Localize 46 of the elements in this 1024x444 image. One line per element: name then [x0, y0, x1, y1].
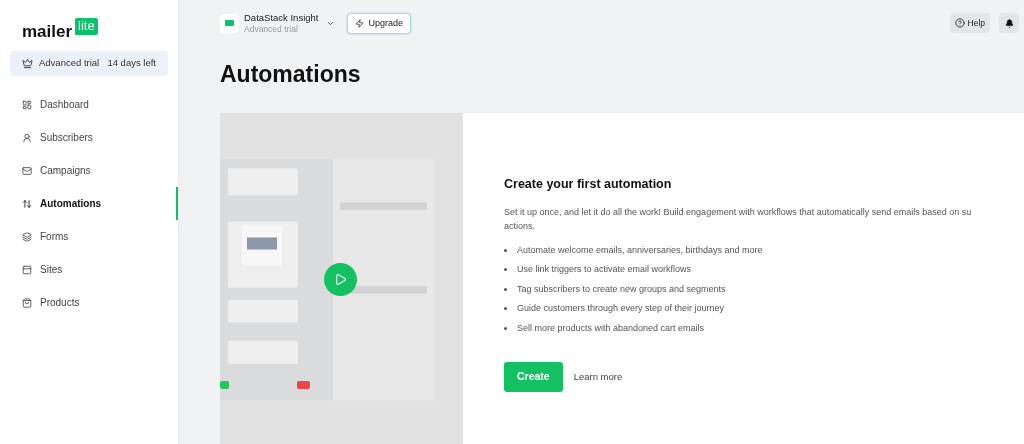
window-icon	[22, 264, 32, 275]
help-button[interactable]: Help	[949, 13, 990, 34]
feature-text: Use link triggers to activate email workflows	[517, 263, 692, 276]
feature-text: Sell more products with abandoned cart emails	[517, 321, 705, 335]
promo-heading: Create your first automation	[504, 175, 673, 193]
account-name: DataStack Insight	[244, 12, 319, 24]
learn-more-link[interactable]: Learn more	[573, 369, 623, 385]
bullet-icon	[504, 326, 507, 330]
sidebar-item[interactable]: Automations	[0, 187, 178, 220]
sidebar-item[interactable]: Subscribers	[0, 121, 178, 154]
trial-label: Advanced trial	[39, 56, 100, 71]
bell-icon	[1004, 18, 1014, 28]
trial-days: 14 days left	[107, 56, 156, 71]
crown-icon	[22, 58, 33, 69]
sidebar-item[interactable]: Sites	[0, 253, 178, 286]
lightning-icon	[355, 18, 365, 28]
bullet-icon	[504, 307, 507, 311]
bag-icon	[22, 297, 32, 308]
notifications-button[interactable]	[999, 13, 1019, 34]
account-icon	[225, 20, 234, 27]
logo-wordmark: mailer	[22, 23, 73, 40]
help-icon	[954, 18, 965, 29]
page-title: Automations	[220, 62, 362, 86]
bullet-icon	[504, 248, 507, 252]
promo-description: Set it up once, and let it do all the work! Build engagement with workflows that automatically send emails based on su	[504, 205, 972, 219]
feature-text: Automate welcome emails, anniversaries, birthdays and more	[517, 243, 763, 257]
feature-text: Guide customers through every step of their journey	[517, 302, 725, 315]
trial-banner[interactable]: Advanced trial 14 days left	[10, 51, 168, 76]
dashboard-icon	[22, 99, 32, 110]
upgrade-button[interactable]: Upgrade	[347, 12, 411, 34]
bullet-icon	[504, 287, 507, 291]
layers-icon	[22, 231, 32, 242]
feature-text: Tag subscribers to create new groups and segments	[517, 282, 726, 296]
person-icon	[22, 132, 32, 143]
up-down-arrows-icon	[22, 198, 32, 209]
sidebar-item[interactable]: Products	[0, 286, 178, 319]
bullet-icon	[504, 268, 507, 272]
promo-description: actions.	[504, 219, 537, 233]
sidebar-item[interactable]: Forms	[0, 220, 178, 253]
play-icon	[334, 272, 347, 286]
account-plan: Advanced trial	[244, 24, 299, 35]
sidebar-item[interactable]: Campaigns	[0, 154, 178, 187]
account-switcher[interactable]: DataStack Insight Advanced trial	[244, 12, 336, 35]
sidebar-item[interactable]: Dashboard	[0, 88, 178, 121]
logo-badge: lite	[75, 18, 98, 35]
envelope-icon	[22, 165, 32, 176]
